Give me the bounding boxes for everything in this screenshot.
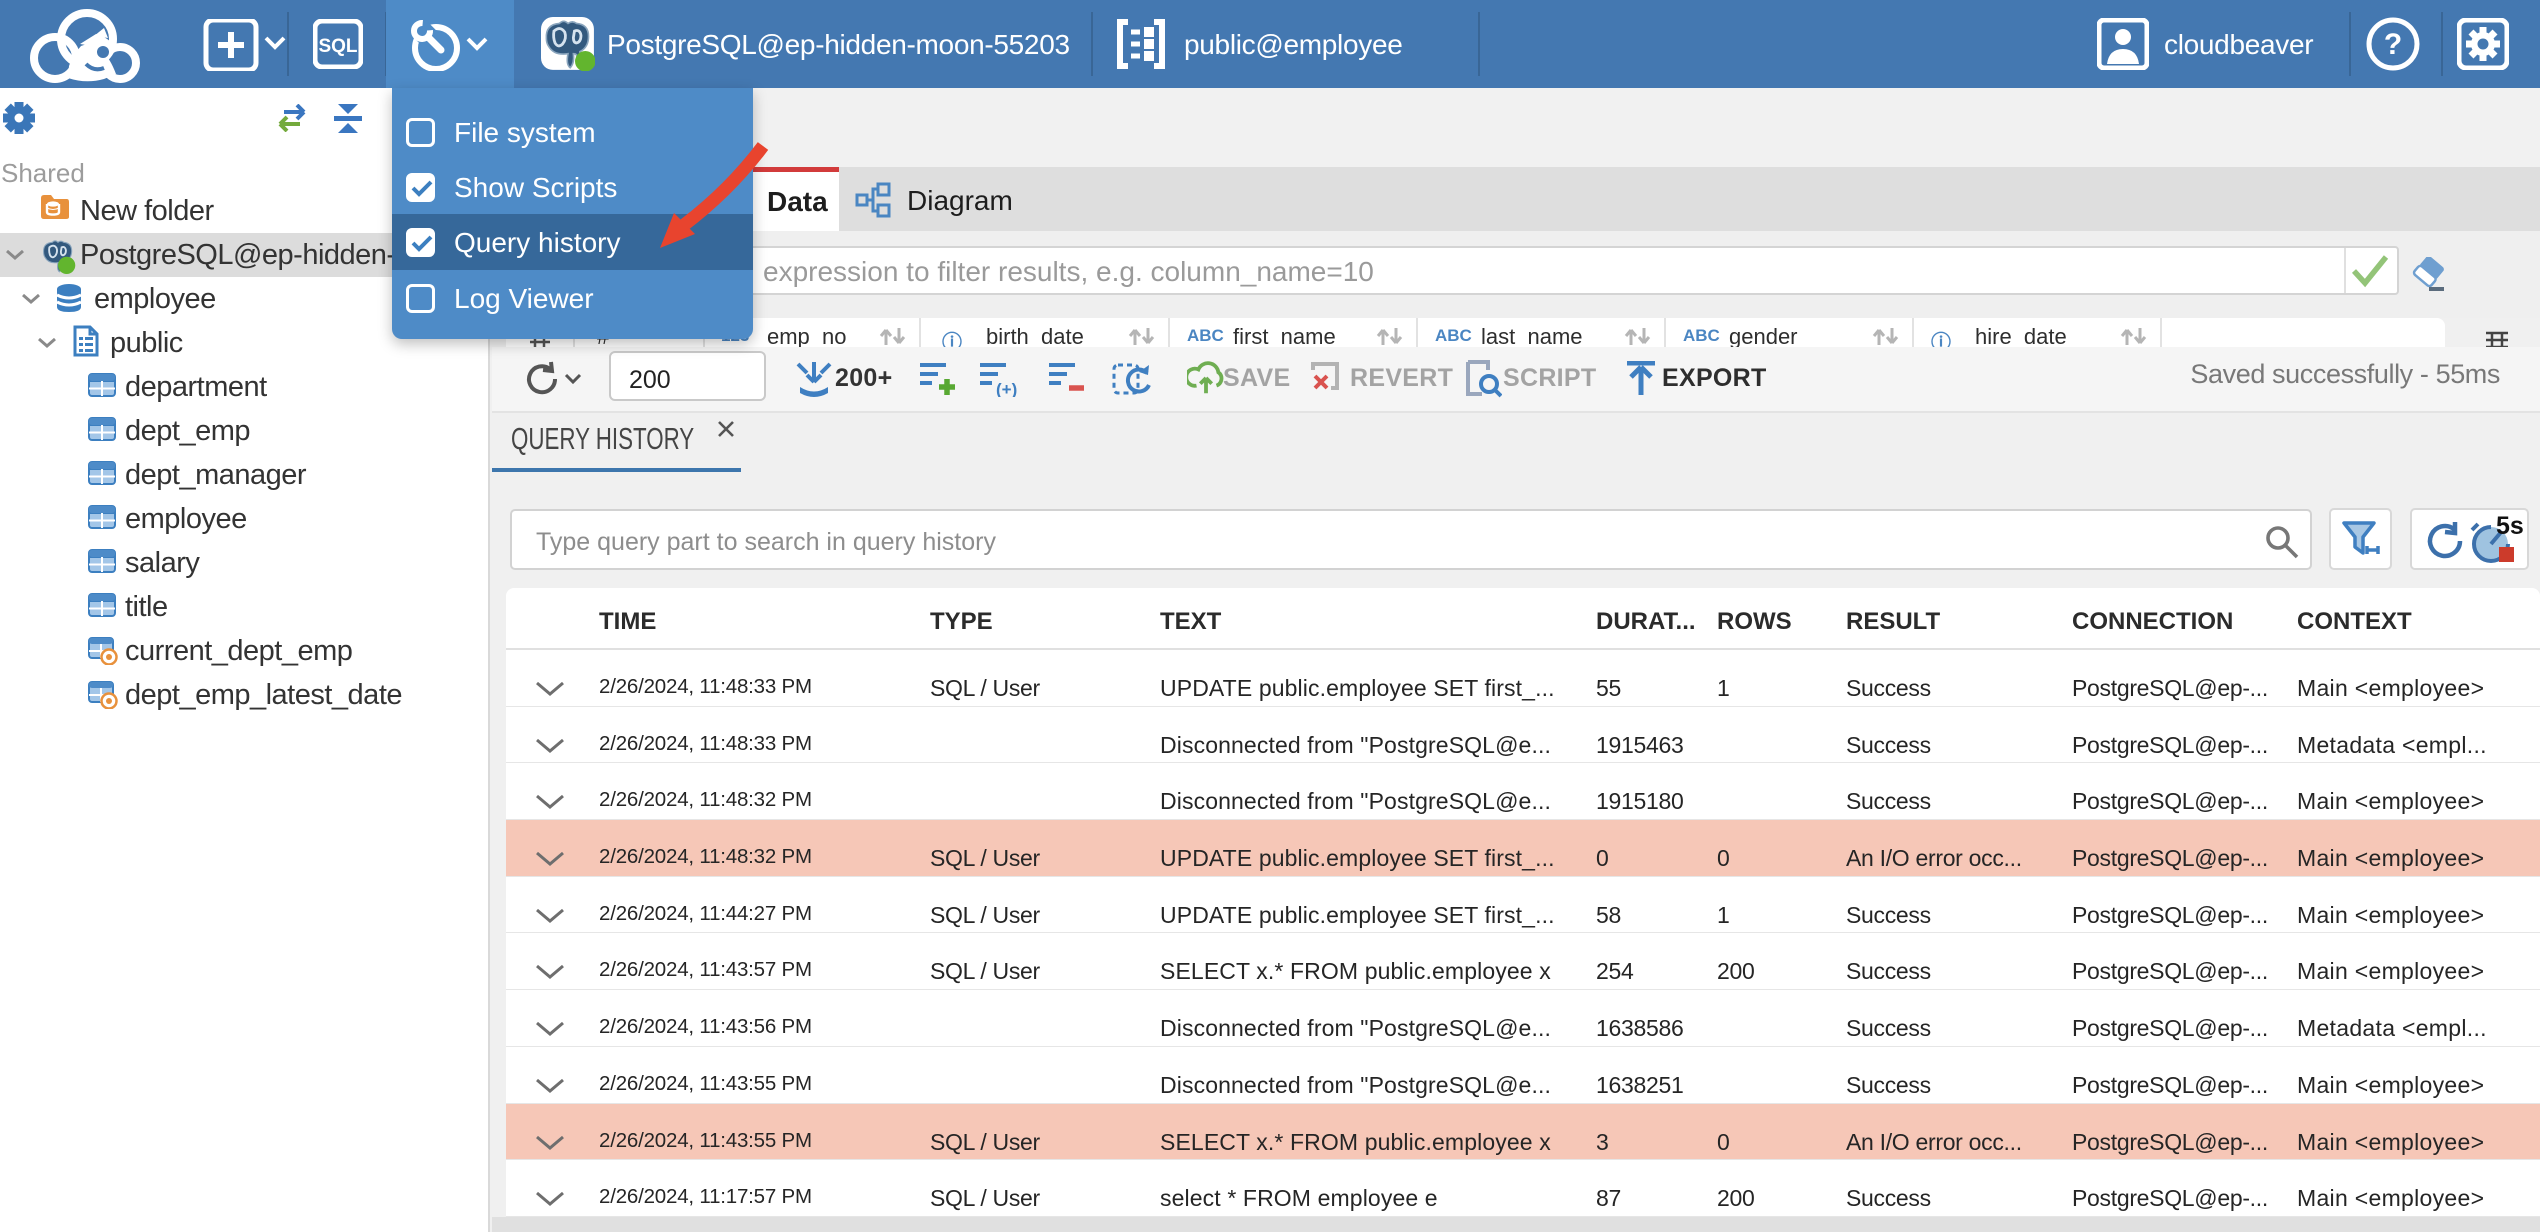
svg-text:(+): (+) bbox=[996, 380, 1017, 397]
svg-text:?: ? bbox=[2384, 28, 2402, 61]
svg-text:SQL: SQL bbox=[318, 36, 357, 57]
